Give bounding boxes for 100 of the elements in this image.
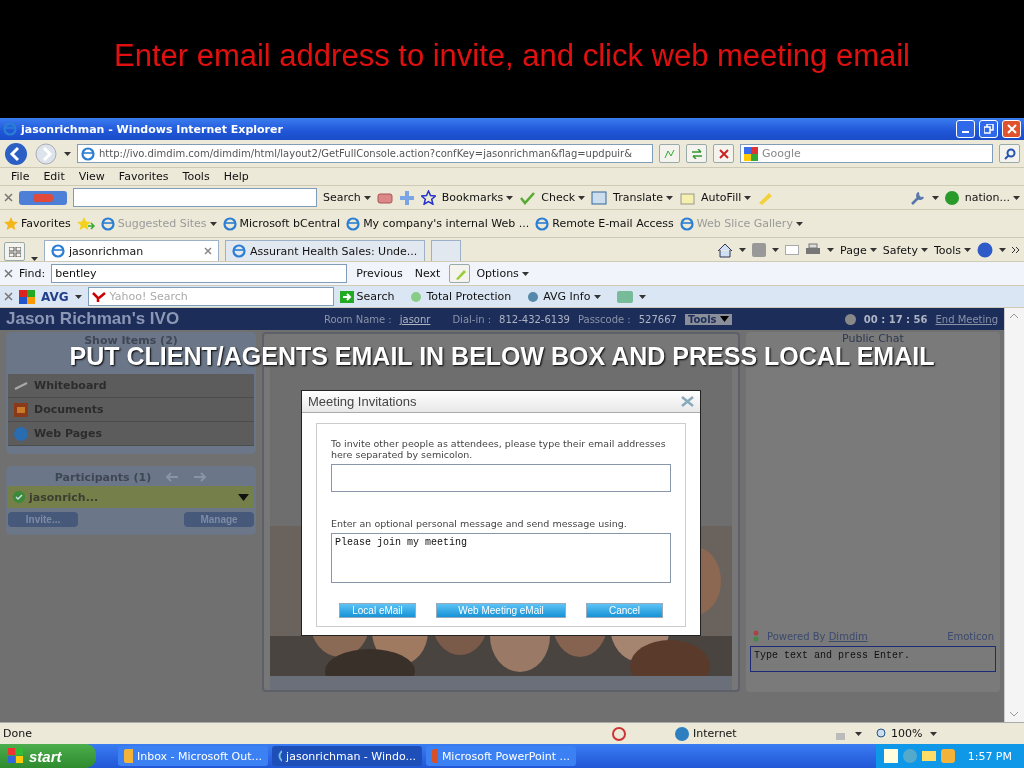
compatibility-button[interactable] [659, 144, 680, 163]
back-button[interactable] [4, 141, 28, 166]
menu-item[interactable]: Help [216, 170, 256, 183]
horizontal-scrollbar[interactable] [270, 676, 732, 690]
favorite-link[interactable]: Microsoft bCentral [222, 216, 341, 231]
toolbar-button[interactable]: Translate [613, 191, 674, 204]
magnifier-icon [876, 727, 888, 740]
avg-search-button[interactable]: Search [339, 290, 395, 303]
taskbar-button[interactable]: Inbox - Microsoft Out... [118, 746, 268, 766]
close-toolbar-icon[interactable] [4, 292, 13, 301]
close-toolbar-icon[interactable] [4, 193, 13, 202]
taskbar-button[interactable]: Microsoft PowerPoint ... [426, 746, 576, 766]
refresh-button[interactable] [686, 144, 707, 163]
toolbar-icon[interactable] [617, 290, 634, 303]
find-field[interactable]: bentley [51, 264, 348, 283]
toolbar-button[interactable]: Bookmarks [441, 191, 514, 204]
message-field[interactable]: Please join my meeting [331, 533, 671, 583]
browser-tab[interactable]: Assurant Health Sales: Unde... [225, 240, 425, 261]
favorite-link[interactable]: My company's internal Web ... [346, 216, 530, 231]
help-icon[interactable] [977, 242, 993, 258]
options-button[interactable]: Options [476, 267, 529, 280]
start-button[interactable]: start [0, 744, 96, 768]
command-button[interactable]: Safety [882, 243, 928, 257]
email-field[interactable] [331, 464, 671, 492]
menu-item[interactable]: Edit [36, 170, 72, 183]
feed-icon[interactable] [752, 243, 767, 257]
command-button[interactable]: Page [840, 243, 877, 257]
browser-page-icon [679, 216, 694, 231]
caret-icon [869, 248, 877, 252]
forward-button[interactable] [34, 141, 58, 166]
toolbar-button[interactable]: AutoFill [701, 191, 752, 204]
left-arrow-icon[interactable] [165, 472, 180, 482]
room-link[interactable]: jasonr [399, 313, 431, 325]
search-field[interactable]: Google [740, 144, 993, 163]
quick-tabs-button[interactable] [4, 242, 25, 261]
caret-icon [930, 731, 938, 736]
toolbar-ticket-icon[interactable] [376, 190, 393, 205]
search-button[interactable] [999, 144, 1020, 163]
toolbar-button[interactable]: Check [541, 191, 586, 204]
account-button[interactable]: nation... [964, 191, 1020, 204]
google-search-button[interactable]: Search [323, 191, 371, 204]
close-button[interactable] [1002, 120, 1021, 138]
favorite-link[interactable]: Remote E-mail Access [535, 216, 674, 231]
caret-icon [1013, 195, 1020, 200]
command-button[interactable]: Tools [933, 243, 971, 257]
right-arrow-icon[interactable] [193, 472, 208, 482]
help-icon[interactable] [883, 749, 898, 763]
toolbar-button[interactable]: AVG Info [527, 290, 602, 303]
address-field[interactable]: http://ivo.dimdim.com/dimdim/html/layout2/GetFullConsole.action?confKey=jasonrichman&flag=updpuir& [77, 144, 653, 163]
find-button[interactable]: Next [411, 267, 444, 280]
y-logo-icon [91, 291, 106, 302]
add-favorite-icon[interactable] [76, 216, 95, 231]
end-meeting-link[interactable]: End Meeting [935, 313, 998, 325]
find-button[interactable]: Previous [353, 267, 406, 280]
clock: 1:57 PM [967, 749, 1012, 763]
caret-icon [666, 195, 674, 200]
app-title: Jason Richman's IVO [6, 309, 181, 329]
print-icon[interactable] [805, 243, 822, 257]
zone-indicator: Internet [675, 726, 825, 741]
zoom-button[interactable]: 100% [876, 727, 923, 740]
menu-item[interactable]: Favorites [111, 170, 176, 183]
outlook-icon[interactable] [940, 749, 955, 763]
mail-icon[interactable] [785, 245, 800, 255]
chevron-icon[interactable] [1012, 247, 1020, 253]
privacy-icon[interactable] [611, 726, 627, 741]
tools-menu-button[interactable]: Tools [684, 313, 732, 325]
google-search-field[interactable] [73, 188, 317, 207]
search-icon [1003, 147, 1016, 160]
chat-input[interactable]: Type text and press Enter. [750, 646, 996, 672]
globe-icon [675, 726, 689, 741]
browser-tab[interactable]: jasonrichman [44, 240, 219, 261]
close-tab-icon[interactable] [204, 247, 212, 255]
highlight-button[interactable] [449, 264, 471, 283]
close-icon [1006, 124, 1017, 134]
plus-icon[interactable] [398, 189, 415, 206]
restore-icon [983, 124, 994, 134]
close-icon[interactable] [681, 396, 694, 407]
google-logo-icon [19, 190, 67, 205]
stop-button[interactable] [713, 144, 734, 163]
favorites-button[interactable]: Favorites [4, 216, 71, 231]
home-icon[interactable] [717, 242, 734, 258]
dial-in-label: Dial-in : [452, 313, 492, 325]
mail-icon[interactable] [921, 751, 936, 761]
new-tab-button[interactable] [431, 240, 461, 261]
caret-icon [772, 248, 780, 252]
vertical-scrollbar[interactable] [1004, 308, 1024, 722]
taskbar-button[interactable]: jasonrichman - Windo... [272, 746, 422, 766]
meeting-timer: 00 : 17 : 56 [863, 313, 928, 325]
menu-item[interactable]: File [4, 170, 37, 183]
check-icon [13, 491, 25, 503]
toolbar-button[interactable]: Total Protection [410, 290, 512, 303]
menu-item[interactable]: Tools [175, 170, 217, 183]
minimize-button[interactable] [956, 120, 975, 138]
menu-item[interactable]: View [71, 170, 112, 183]
dropdown-icon[interactable] [238, 493, 249, 501]
browser-page-icon [51, 244, 65, 258]
wrench-icon[interactable] [909, 189, 926, 206]
translate-icon [591, 190, 608, 205]
close-find-icon[interactable] [4, 269, 13, 278]
restore-button[interactable] [979, 120, 998, 138]
